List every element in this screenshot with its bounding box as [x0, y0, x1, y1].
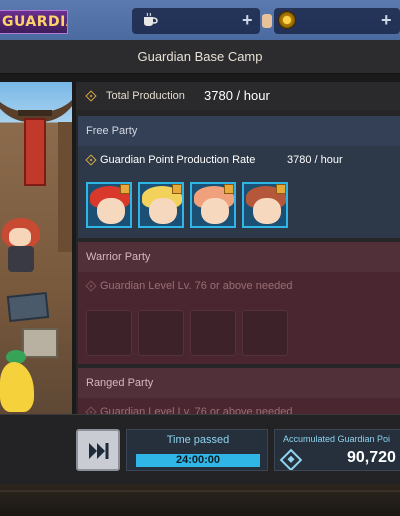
ranged-party-title: Ranged Party: [86, 377, 154, 389]
brand-tag: GUARDIAN: [0, 10, 68, 34]
hero-portrait-1[interactable]: [86, 182, 132, 228]
scene-pillar: [58, 122, 72, 252]
hero-portrait-2[interactable]: [138, 182, 184, 228]
hero-face: [253, 198, 281, 224]
hero-portrait-3[interactable]: [190, 182, 236, 228]
diamond-bullet-icon: [85, 90, 97, 102]
scene-banner: [24, 118, 46, 186]
scene-banner-pole: [18, 110, 52, 116]
header: Guardian Base Camp: [0, 40, 400, 74]
diamond-bullet-icon: [85, 406, 97, 414]
ranged-party-section: Ranged Party Guardian Level Lv. 76 or ab…: [78, 368, 400, 414]
hero-face: [201, 198, 229, 224]
base-camp-scene: [0, 82, 72, 414]
scene-crate: [22, 328, 58, 358]
scene-crate: [6, 291, 50, 323]
cup-icon: [144, 12, 158, 26]
ranged-party-header: Ranged Party: [78, 368, 400, 398]
warrior-party-title: Warrior Party: [86, 251, 151, 263]
time-passed-label: Time passed: [166, 434, 230, 446]
hero-portrait-4[interactable]: [242, 182, 288, 228]
total-production-label: Total Production: [106, 90, 185, 102]
ranged-party-requirement: Guardian Level Lv. 76 or above needed: [100, 406, 293, 414]
scene-character-2: [0, 362, 34, 412]
hero-face: [97, 198, 125, 224]
total-production-value: 3780 / hour: [204, 88, 270, 103]
add-resource-1-button[interactable]: +: [242, 10, 253, 31]
class-badge-icon: [276, 184, 286, 194]
time-progress-bar: 24:00:00: [136, 454, 260, 467]
total-production-row: Total Production 3780 / hour: [76, 82, 400, 110]
locked-party-slot[interactable]: [190, 310, 236, 356]
free-party-title: Free Party: [86, 125, 138, 137]
production-rate-label: Guardian Point Production Rate: [100, 154, 256, 166]
game-screen: GUARDIAN + + Guardian Base Camp T: [0, 0, 400, 516]
warrior-party-requirement: Guardian Level Lv. 76 or above needed: [100, 280, 293, 292]
hero-face: [149, 198, 177, 224]
page-title: Guardian Base Camp: [137, 49, 263, 64]
time-passed-value: 24:00:00: [175, 454, 221, 466]
warrior-party-section: Warrior Party Guardian Level Lv. 76 or a…: [78, 242, 400, 364]
party-panel: Total Production 3780 / hour Free Party …: [76, 82, 400, 414]
top-resource-bar: GUARDIAN + +: [0, 0, 400, 40]
free-party-section: Free Party Guardian Point Production Rat…: [78, 116, 400, 238]
accumulated-points-box[interactable]: Accumulated Guardian Poi 90,720: [274, 429, 400, 471]
diamond-bullet-icon: [85, 154, 97, 166]
free-party-header: Free Party: [78, 116, 400, 146]
diamond-bullet-icon: [85, 280, 97, 292]
scene-character-body: [8, 246, 34, 272]
fast-forward-icon: [89, 443, 109, 459]
character-icon: [262, 14, 272, 28]
floor-divider: [0, 490, 400, 492]
locked-party-slot[interactable]: [242, 310, 288, 356]
coin-icon: [278, 11, 296, 29]
add-resource-2-button[interactable]: +: [381, 10, 392, 31]
accumulated-points-value: 90,720: [347, 449, 396, 466]
locked-party-slot[interactable]: [86, 310, 132, 356]
bottom-bar: Time passed 24:00:00 Accumulated Guardia…: [0, 414, 400, 484]
scene-arch: [0, 82, 72, 122]
class-badge-icon: [224, 184, 234, 194]
time-passed-box: Time passed 24:00:00: [126, 429, 268, 471]
fast-forward-button[interactable]: [76, 429, 120, 471]
production-rate-value: 3780 / hour: [287, 154, 343, 166]
locked-party-slot[interactable]: [138, 310, 184, 356]
class-badge-icon: [120, 184, 130, 194]
guardian-point-icon: [279, 448, 303, 470]
warrior-party-header: Warrior Party: [78, 242, 400, 272]
class-badge-icon: [172, 184, 182, 194]
scene-character-face: [9, 228, 31, 246]
floor-decoration: [0, 484, 400, 516]
accumulated-points-label: Accumulated Guardian Poi: [283, 434, 391, 444]
